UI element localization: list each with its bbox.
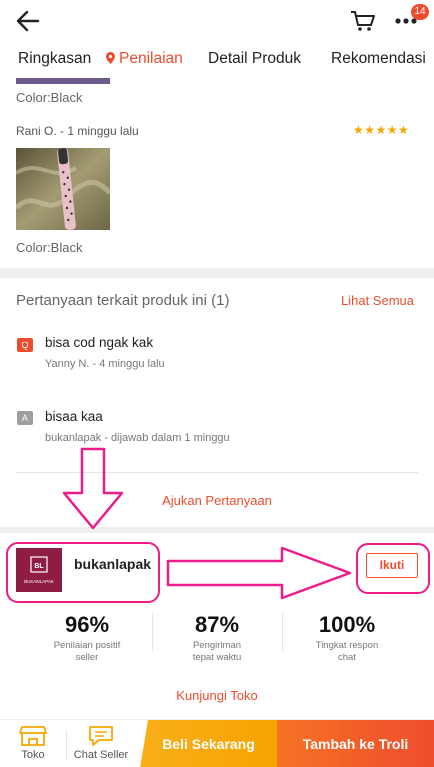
qa-section-title: Pertanyaan terkait produk ini (1) [16, 292, 230, 309]
review-variant: Color:Black [16, 240, 83, 255]
stat-divider [282, 612, 283, 652]
store-button[interactable]: Toko [8, 720, 58, 767]
answer-meta: bukanlapak - dijawab dalam 1 minggu [45, 432, 230, 444]
see-all-link[interactable]: Lihat Semua [341, 293, 414, 308]
tab-rekomendasi[interactable]: Rekomendasi [331, 50, 426, 68]
store-icon [19, 726, 47, 746]
chat-icon [89, 726, 113, 746]
tab-penilaian[interactable]: Penilaian [106, 50, 183, 68]
stat-on-time-shipping: 87% Pengiriman tepat waktu [162, 612, 272, 664]
arrow-left-icon[interactable] [16, 10, 40, 32]
add-to-cart-button[interactable]: Tambah ke Troli [277, 720, 434, 767]
review-variant: Color:Black [16, 90, 83, 105]
section-tabs: Ringkasan Penilaian Detail Produk Rekome… [0, 44, 434, 78]
location-pin-icon [106, 52, 115, 64]
answer-badge: A [17, 411, 33, 425]
stat-label: chat [338, 652, 356, 663]
top-app-bar: 14 [0, 0, 434, 42]
stat-divider [152, 612, 153, 652]
chat-seller-button[interactable]: Chat Seller [68, 720, 134, 767]
question-meta: Yanny N. - 4 minggu lalu [45, 358, 165, 370]
reviewer-name: Rani O. - 1 minggu lalu [16, 124, 139, 138]
stat-chat-response: 100% Tingkat respon chat [292, 612, 402, 664]
stat-label: Penilaian positif [53, 640, 121, 651]
stat-value: 87% [194, 612, 240, 637]
review-photo-image [16, 148, 110, 230]
stat-positive-rating: 96% Penilaian positif seller [32, 612, 142, 664]
previous-review-photo[interactable] [16, 78, 110, 84]
right-arrow-annotation [166, 546, 352, 600]
stat-label: Pengiriman [192, 640, 242, 651]
stat-label: seller [75, 652, 99, 663]
stat-value: 96% [64, 612, 110, 637]
rating-stars: ★★★★★ [353, 123, 410, 137]
tab-ringkasan[interactable]: Ringkasan [18, 50, 91, 68]
stat-label: Tingkat respon [315, 640, 379, 651]
bottom-action-bar: Toko Chat Seller Beli Sekarang Tambah ke… [0, 719, 434, 767]
visit-shop-button[interactable]: Kunjungi Toko [0, 688, 434, 703]
highlight-shop-box [6, 542, 160, 603]
down-arrow-annotation [62, 447, 124, 530]
question-text: bisa cod ngak kak [45, 335, 154, 350]
cart-icon[interactable] [350, 10, 376, 32]
stat-label: tepat waktu [192, 652, 242, 663]
section-divider [0, 268, 434, 278]
highlight-follow-box [356, 543, 430, 594]
chat-seller-label: Chat Seller [73, 749, 129, 761]
buy-now-button[interactable]: Beli Sekarang [140, 720, 277, 767]
tab-penilaian-label: Penilaian [119, 50, 183, 67]
store-label: Toko [21, 749, 45, 761]
answer-text: bisaa kaa [45, 409, 103, 424]
tab-detail-produk[interactable]: Detail Produk [208, 50, 301, 68]
bar-divider [66, 730, 67, 760]
question-badge: Q [17, 338, 33, 352]
notification-badge: 14 [411, 4, 429, 20]
review-photo[interactable] [16, 148, 110, 230]
stat-value: 100% [318, 612, 376, 637]
